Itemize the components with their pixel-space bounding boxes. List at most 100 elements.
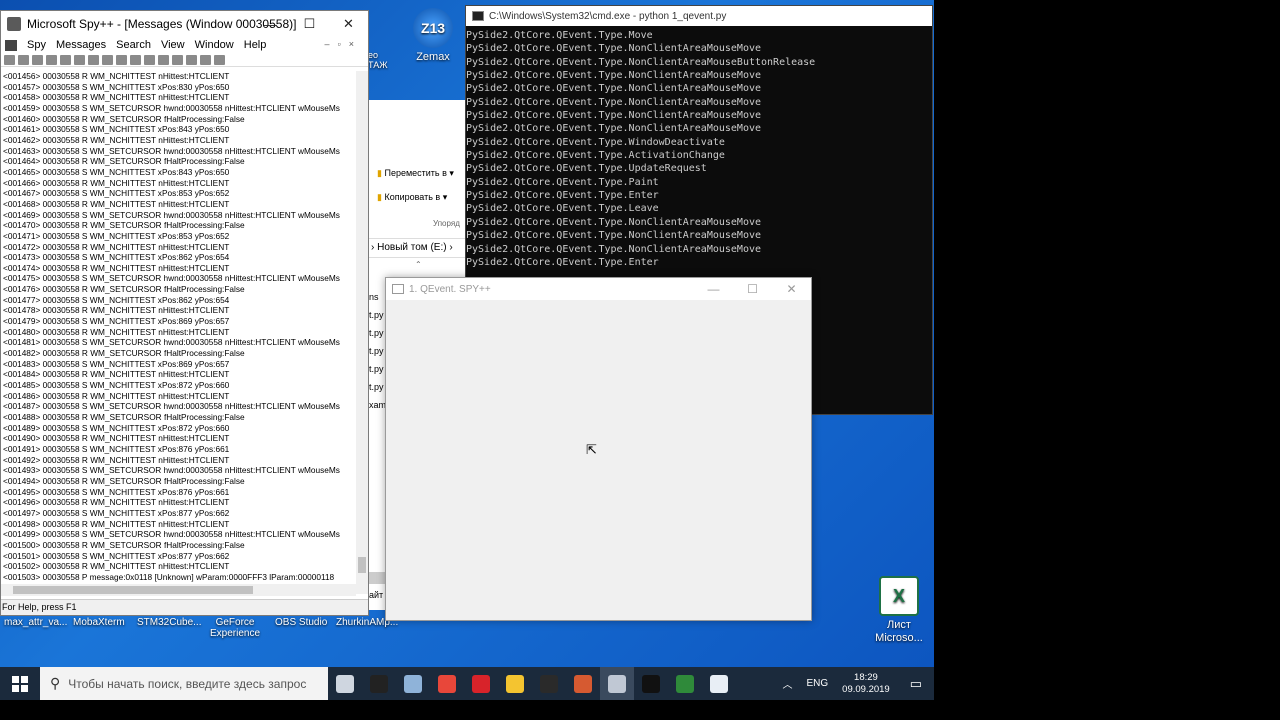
taskbar-app-button[interactable] [430, 667, 464, 700]
log-row[interactable]: <001475> 00030558 S WM_SETCURSOR hwnd:00… [3, 273, 356, 284]
language-indicator[interactable]: ENG [800, 678, 834, 689]
log-row[interactable]: <001482> 00030558 R WM_SETCURSOR fHaltPr… [3, 348, 356, 359]
log-row[interactable]: <001489> 00030558 S WM_NCHITTEST xPos:87… [3, 423, 356, 434]
log-row[interactable]: <001467> 00030558 S WM_NCHITTEST xPos:85… [3, 188, 356, 199]
log-row[interactable]: <001494> 00030558 R WM_SETCURSOR fHaltPr… [3, 476, 356, 487]
toolbar-icon[interactable] [46, 54, 57, 65]
log-row[interactable]: <001484> 00030558 R WM_NCHITTEST nHittes… [3, 369, 356, 380]
taskbar-app-button[interactable] [634, 667, 668, 700]
log-row[interactable]: <001497> 00030558 S WM_NCHITTEST xPos:87… [3, 508, 356, 519]
log-row[interactable]: <001478> 00030558 R WM_NCHITTEST nHittes… [3, 305, 356, 316]
toolbar-icon[interactable] [214, 54, 225, 65]
copy-to-button[interactable]: ▮ Копировать в ▾ [377, 192, 447, 203]
move-to-button[interactable]: ▮ Переместить в ▾ [377, 168, 454, 179]
log-row[interactable]: <001471> 00030558 S WM_NCHITTEST xPos:85… [3, 231, 356, 242]
minimize-button[interactable]: — [251, 11, 290, 37]
menu-messages[interactable]: Messages [56, 39, 106, 51]
file-item[interactable]: t.py [369, 382, 384, 392]
notifications-icon[interactable]: ▭ [898, 676, 934, 692]
toolbar-icon[interactable] [158, 54, 169, 65]
explorer-scrollbar[interactable] [369, 572, 385, 584]
menu-search[interactable]: Search [116, 39, 151, 51]
file-item[interactable]: t.py [369, 364, 384, 374]
log-row[interactable]: <001463> 00030558 S WM_SETCURSOR hwnd:00… [3, 146, 356, 157]
log-row[interactable]: <001461> 00030558 S WM_NCHITTEST xPos:84… [3, 124, 356, 135]
zemax-desktop-icon[interactable]: Z13 Zemax [398, 8, 468, 64]
desktop-icon-stm32cube[interactable]: STM32Cube... [137, 617, 201, 628]
log-row[interactable]: <001487> 00030558 S WM_SETCURSOR hwnd:00… [3, 401, 356, 412]
spy-window[interactable]: Microsoft Spy++ - [Messages (Window 0003… [0, 10, 369, 616]
log-row[interactable]: <001456> 00030558 R WM_NCHITTEST nHittes… [3, 71, 356, 82]
log-row[interactable]: <001488> 00030558 R WM_SETCURSOR fHaltPr… [3, 412, 356, 423]
toolbar-icon[interactable] [186, 54, 197, 65]
toolbar-icon[interactable] [172, 54, 183, 65]
log-row[interactable]: <001480> 00030558 R WM_NCHITTEST nHittes… [3, 327, 356, 338]
log-row[interactable]: <001476> 00030558 R WM_SETCURSOR fHaltPr… [3, 284, 356, 295]
taskbar-app-button[interactable] [396, 667, 430, 700]
log-row[interactable]: <001483> 00030558 S WM_NCHITTEST xPos:86… [3, 359, 356, 370]
log-row[interactable]: <001493> 00030558 S WM_SETCURSOR hwnd:00… [3, 465, 356, 476]
qevent-titlebar[interactable]: 1. QEvent. SPY++ — ☐ ✕ [386, 278, 811, 300]
taskbar-app-button[interactable] [328, 667, 362, 700]
close-button[interactable]: ✕ [772, 278, 811, 300]
log-row[interactable]: <001465> 00030558 S WM_NCHITTEST xPos:84… [3, 167, 356, 178]
log-row[interactable]: <001473> 00030558 S WM_NCHITTEST xPos:86… [3, 252, 356, 263]
log-row[interactable]: <001462> 00030558 R WM_NCHITTEST nHittes… [3, 135, 356, 146]
log-row[interactable]: <001470> 00030558 R WM_SETCURSOR fHaltPr… [3, 220, 356, 231]
taskbar-search-box[interactable]: ⚲ Чтобы начать поиск, введите здесь запр… [40, 667, 328, 700]
taskbar-app-button[interactable] [566, 667, 600, 700]
log-row[interactable]: <001477> 00030558 S WM_NCHITTEST xPos:86… [3, 295, 356, 306]
toolbar-icon[interactable] [102, 54, 113, 65]
file-item[interactable]: t.py [369, 310, 384, 320]
log-row[interactable]: <001458> 00030558 R WM_NCHITTEST nHittes… [3, 92, 356, 103]
log-row[interactable]: <001503> 00030558 P message:0x0118 [Unkn… [3, 572, 356, 583]
menu-help[interactable]: Help [244, 39, 267, 51]
log-row[interactable]: <001501> 00030558 S WM_NCHITTEST xPos:87… [3, 551, 356, 562]
log-row[interactable]: <001469> 00030558 S WM_SETCURSOR hwnd:00… [3, 210, 356, 221]
start-button[interactable] [0, 667, 40, 700]
scroll-thumb[interactable] [358, 557, 366, 573]
toolbar-icon[interactable] [88, 54, 99, 65]
toolbar-icon[interactable] [60, 54, 71, 65]
file-item[interactable]: t.py [369, 328, 384, 338]
log-row[interactable]: <001485> 00030558 S WM_NCHITTEST xPos:87… [3, 380, 356, 391]
menu-view[interactable]: View [161, 39, 185, 51]
desktop-icon-max-attr[interactable]: max_attr_va... [4, 617, 67, 628]
log-row[interactable]: <001491> 00030558 S WM_NCHITTEST xPos:87… [3, 444, 356, 455]
log-row[interactable]: <001496> 00030558 R WM_NCHITTEST nHittes… [3, 497, 356, 508]
log-row[interactable]: <001492> 00030558 R WM_NCHITTEST nHittes… [3, 455, 356, 466]
maximize-button[interactable]: ☐ [290, 11, 329, 37]
horizontal-scrollbar[interactable] [1, 584, 356, 596]
taskbar-app-button[interactable] [702, 667, 736, 700]
toolbar-icon[interactable] [144, 54, 155, 65]
taskbar-app-button[interactable] [362, 667, 396, 700]
desktop-icon-mobaxterm[interactable]: MobaXterm [73, 617, 125, 628]
log-row[interactable]: <001499> 00030558 S WM_SETCURSOR hwnd:00… [3, 529, 356, 540]
log-row[interactable]: <001479> 00030558 S WM_NCHITTEST xPos:86… [3, 316, 356, 327]
cmd-titlebar[interactable]: C:\Windows\System32\cmd.exe - python 1_q… [466, 6, 932, 26]
log-row[interactable]: <001495> 00030558 S WM_NCHITTEST xPos:87… [3, 487, 356, 498]
clock[interactable]: 18:29 09.09.2019 [834, 672, 898, 696]
toolbar-icon[interactable] [32, 54, 43, 65]
file-item[interactable]: ns [369, 292, 379, 302]
taskbar-app-button[interactable] [498, 667, 532, 700]
close-button[interactable]: ✕ [329, 11, 368, 37]
log-row[interactable]: <001498> 00030558 R WM_NCHITTEST nHittes… [3, 519, 356, 530]
menu-spy[interactable]: Spy [27, 39, 46, 51]
log-row[interactable]: <001500> 00030558 R WM_SETCURSOR fHaltPr… [3, 540, 356, 551]
desktop-icon-geforce[interactable]: GeForce Experience [210, 617, 260, 639]
scroll-thumb[interactable] [13, 586, 253, 594]
excel-sheet-desktop-icon[interactable]: X Лист Microso... [864, 576, 934, 645]
log-row[interactable]: <001459> 00030558 S WM_SETCURSOR hwnd:00… [3, 103, 356, 114]
taskbar-app-button[interactable] [600, 667, 634, 700]
log-row[interactable]: <001468> 00030558 R WM_NCHITTEST nHittes… [3, 199, 356, 210]
maximize-button[interactable]: ☐ [733, 278, 772, 300]
log-row[interactable]: <001481> 00030558 S WM_SETCURSOR hwnd:00… [3, 337, 356, 348]
message-log[interactable]: <001456> 00030558 R WM_NCHITTEST nHittes… [1, 71, 356, 584]
toolbar-icon[interactable] [18, 54, 29, 65]
desktop-icon-obs[interactable]: OBS Studio [275, 617, 327, 628]
vertical-scrollbar[interactable] [356, 71, 368, 594]
breadcrumb[interactable]: › Новый том (E:) › [369, 238, 465, 258]
spy-titlebar[interactable]: Microsoft Spy++ - [Messages (Window 0003… [1, 11, 368, 37]
taskbar-app-button[interactable] [532, 667, 566, 700]
